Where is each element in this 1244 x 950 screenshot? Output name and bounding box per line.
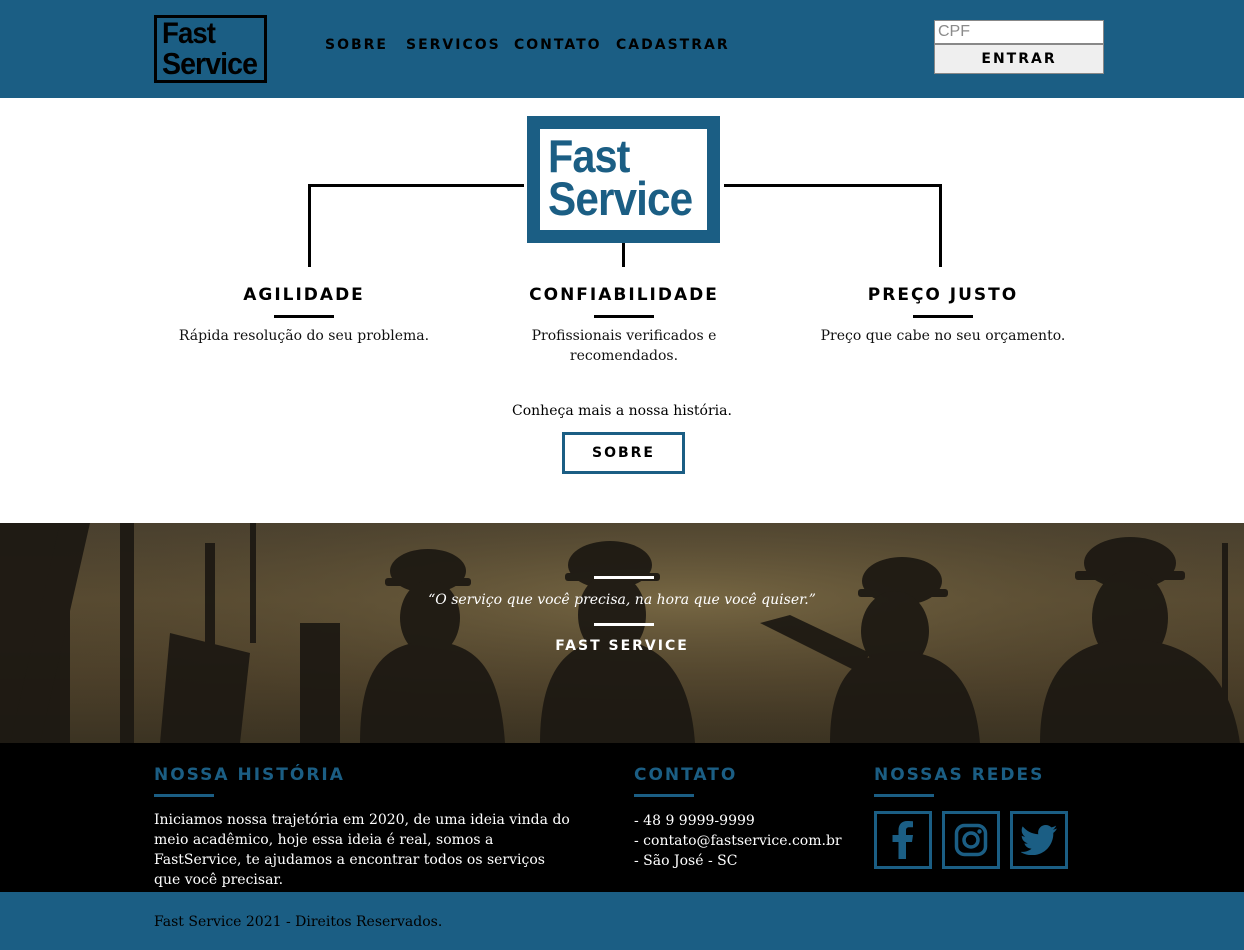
footer-divider [874,794,934,797]
connector-drop-center [622,243,625,267]
quote-divider-top [594,576,654,579]
footer-history-title: NOSSA HISTÓRIA [154,765,345,785]
feature-title: PREÇO JUSTO [867,285,1019,305]
instagram-icon[interactable] [942,811,1000,869]
connector-line-right [724,184,942,187]
facebook-icon[interactable] [874,811,932,869]
footer-contact: CONTATO - 48 9 9999-9999 - contato@fasts… [634,765,854,871]
copyright-text: Fast Service 2021 - Direitos Reservados. [154,914,443,930]
feature-divider [913,315,973,318]
site-footer: NOSSA HISTÓRIA Iniciamos nossa trajetóri… [0,743,1244,892]
feature-divider [274,315,334,318]
entrar-button[interactable]: ENTRAR [934,44,1104,74]
nav-item-servicos[interactable]: SERVICOS [406,37,501,53]
footer-divider [634,794,694,797]
feature-description: Rápida resolução do seu problema. [178,328,430,344]
footer-divider [154,794,214,797]
feature-divider [594,315,654,318]
hero-quote: “O serviço que você precisa, na hora que… [428,592,816,608]
footer-contact-title: CONTATO [634,765,738,785]
hero-quote-author: FAST SERVICE [555,638,689,654]
footer-socials-title: NOSSAS REDES [874,765,1045,785]
logo-text-service: Service [162,46,258,81]
feature-title: CONFIABILIDADE [529,285,719,305]
copyright-bar: Fast Service 2021 - Direitos Reservados. [0,892,1244,950]
feature-title: AGILIDADE [243,285,365,305]
contact-location: - São José - SC [634,853,738,869]
about-cta-text: Conheça mais a nossa história. [512,403,732,419]
center-logo: Fast Service [527,116,720,243]
footer-socials: NOSSAS REDES [874,765,1094,869]
connector-drop-left [308,184,311,267]
twitter-icon[interactable] [1010,811,1068,869]
connector-drop-right [939,184,942,267]
nav-item-contato[interactable]: CONTATO [514,37,602,53]
feature-description: Preço que cabe no seu orçamento. [820,328,1066,344]
cpf-input[interactable] [934,20,1104,44]
center-logo-text-service: Service [548,172,693,225]
hero-banner: “O serviço que você precisa, na hora que… [0,523,1244,743]
feature-description: Profissionais verificados e recomendados… [531,328,717,364]
quote-divider-bottom [594,623,654,626]
logo-text-fast: Fast [162,17,216,50]
connector-line-left [308,184,524,187]
nav-item-cadastrar[interactable]: CADASTRAR [616,37,730,53]
contact-phone: - 48 9 9999-9999 [634,813,755,829]
header-logo[interactable]: Fast Service [154,15,267,83]
feature-confiabilidade: CONFIABILIDADE Profissionais verificados… [524,284,724,366]
feature-preco-justo: PREÇO JUSTO Preço que cabe no seu orçame… [813,284,1073,346]
footer-history: NOSSA HISTÓRIA Iniciamos nossa trajetóri… [154,765,574,890]
feature-agilidade: AGILIDADE Rápida resolução do seu proble… [174,284,434,346]
contact-email[interactable]: - contato@fastservice.com.br [634,831,854,851]
contact-list: - 48 9 9999-9999 - contato@fastservice.c… [634,811,854,871]
nav-item-sobre[interactable]: SOBRE [325,37,388,53]
site-header: Fast Service SOBRE SERVICOS CONTATO CADA… [0,0,1244,98]
footer-history-text: Iniciamos nossa trajetória em 2020, de u… [154,812,570,888]
sobre-button[interactable]: SOBRE [562,432,685,474]
